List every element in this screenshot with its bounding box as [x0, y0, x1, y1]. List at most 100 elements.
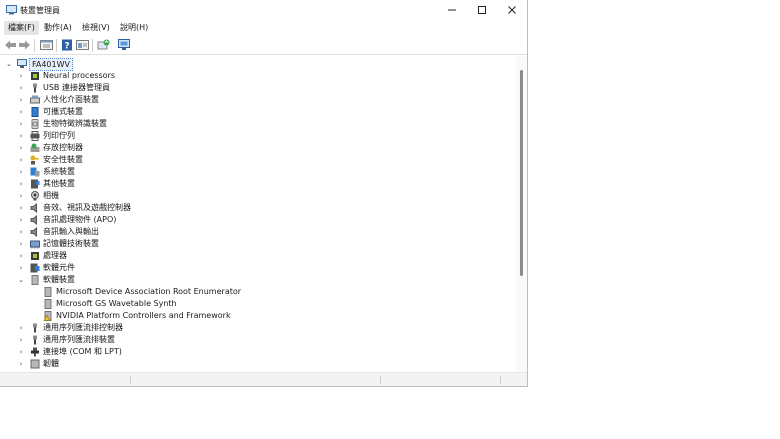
status-bar — [0, 372, 527, 386]
tree-root[interactable]: ⌄ FA401WV — [0, 58, 510, 71]
tree-item-software-devices[interactable]: ⌄ 軟體裝置 — [0, 274, 510, 286]
expand-arrow-icon[interactable]: › — [17, 108, 25, 116]
back-arrow-icon[interactable] — [4, 39, 17, 51]
maximize-icon — [478, 6, 486, 14]
tree-item-label: 音訊輸入與輸出 — [43, 227, 99, 236]
device-icon — [44, 287, 52, 297]
close-icon — [508, 6, 516, 14]
usb-icon — [33, 335, 37, 345]
expand-arrow-icon[interactable]: › — [17, 120, 25, 128]
help-icon[interactable]: ? — [61, 39, 74, 51]
tree-child-ms-device-association[interactable]: Microsoft Device Association Root Enumer… — [0, 286, 510, 298]
processor-icon — [31, 252, 39, 260]
expand-arrow-icon[interactable]: › — [17, 132, 25, 140]
view-icon[interactable] — [76, 39, 89, 51]
security-key-icon — [30, 155, 39, 165]
update-driver-icon[interactable] — [97, 39, 110, 51]
tree-child-ms-gs-wavetable[interactable]: Microsoft GS Wavetable Synth — [0, 298, 510, 310]
menu-file[interactable]: 檔案(F) — [4, 21, 39, 35]
tree-item-audio-io[interactable]: › 音訊輸入與輸出 — [0, 226, 510, 238]
menu-action[interactable]: 動作(A) — [40, 21, 76, 35]
expand-arrow-icon[interactable]: › — [17, 252, 25, 260]
tree-item-memory-technology[interactable]: › 記憶體技術裝置 — [0, 238, 510, 250]
menu-view[interactable]: 檢視(V) — [78, 21, 114, 35]
expand-arrow-icon[interactable]: › — [17, 204, 25, 212]
expand-arrow-icon[interactable]: › — [17, 192, 25, 200]
tree-item-print-queues[interactable]: › 列印佇列 — [0, 130, 510, 142]
tree-item-sound-video-game[interactable]: › 音效、視訊及遊戲控制器 — [0, 202, 510, 214]
device-icon — [44, 299, 52, 309]
tree-item-system-devices[interactable]: › 系統裝置 — [0, 166, 510, 178]
title-bar[interactable]: 裝置管理員 — [0, 0, 527, 20]
collapse-arrow-icon[interactable]: ⌄ — [17, 276, 25, 284]
properties-icon[interactable] — [40, 39, 53, 51]
collapse-arrow-icon[interactable]: ⌄ — [5, 60, 13, 68]
tree-item-processors[interactable]: › 處理器 — [0, 250, 510, 262]
tree-item-label: NVIDIA Platform Controllers and Framewor… — [56, 311, 231, 320]
port-icon — [31, 347, 39, 357]
tree-item-usb-devices[interactable]: › 通用序列匯流排裝置 — [0, 334, 510, 346]
tree-item-hid[interactable]: › 人性化介面裝置 — [0, 94, 510, 106]
tree-item-usb-controllers[interactable]: › 通用序列匯流排控制器 — [0, 322, 510, 334]
tree-item-firmware[interactable]: › 韌體 — [0, 358, 510, 370]
tree-item-ports[interactable]: › 連接埠 (COM 和 LPT) — [0, 346, 510, 358]
expand-arrow-icon[interactable]: › — [17, 336, 25, 344]
tree-item-other-devices[interactable]: › 其他裝置 — [0, 178, 510, 190]
system-device-icon — [30, 167, 40, 177]
expand-arrow-icon[interactable]: › — [17, 360, 25, 368]
software-component-icon — [30, 263, 40, 273]
tree-child-nvidia-platform[interactable]: NVIDIA Platform Controllers and Framewor… — [0, 310, 510, 322]
expand-arrow-icon[interactable]: › — [17, 228, 25, 236]
menu-help[interactable]: 說明(H) — [116, 21, 152, 35]
computer-icon — [17, 59, 27, 68]
vertical-scrollbar-thumb[interactable] — [520, 70, 523, 276]
status-section — [380, 376, 501, 384]
tree-item-usb-connector-managers[interactable]: › USB 連接器管理員 — [0, 82, 510, 94]
expand-arrow-icon[interactable]: › — [17, 264, 25, 272]
tree-item-biometric[interactable]: › 生物特徵辨識裝置 — [0, 118, 510, 130]
maximize-button[interactable] — [467, 0, 497, 20]
expand-arrow-icon[interactable]: › — [17, 168, 25, 176]
tree-item-cameras[interactable]: › 相機 — [0, 190, 510, 202]
expand-arrow-icon[interactable]: › — [17, 144, 25, 152]
toolbar: ? — [0, 36, 527, 55]
speaker-icon — [30, 203, 37, 213]
toolbar-separator — [92, 39, 93, 52]
expand-arrow-icon[interactable]: › — [17, 216, 25, 224]
tree-item-label: 軟體元件 — [43, 263, 75, 272]
expand-arrow-icon[interactable]: › — [17, 324, 25, 332]
device-tree: ⌄ FA401WV › Neural processors › USB 連接器管… — [0, 56, 516, 372]
tree-item-label: 相機 — [43, 191, 59, 200]
expand-arrow-icon[interactable]: › — [17, 72, 25, 80]
tree-item-label: 可攜式裝置 — [43, 107, 83, 116]
tree-item-neural-processors[interactable]: › Neural processors — [0, 70, 510, 82]
usb-icon — [33, 323, 37, 333]
expand-arrow-icon[interactable]: › — [17, 240, 25, 248]
scan-hardware-icon[interactable] — [118, 39, 131, 51]
svg-text:?: ? — [64, 42, 69, 52]
status-section — [0, 376, 131, 384]
forward-arrow-icon[interactable] — [18, 39, 31, 51]
tree-item-apo[interactable]: › 音訊處理物件 (APO) — [0, 214, 510, 226]
tree-item-label: 人性化介面裝置 — [43, 95, 99, 104]
expand-arrow-icon[interactable]: › — [17, 84, 25, 92]
tree-item-label: Microsoft GS Wavetable Synth — [56, 299, 177, 308]
tree-item-label: 系統裝置 — [43, 167, 75, 176]
tree-item-storage-controllers[interactable]: › 存放控制器 — [0, 142, 510, 154]
biometric-icon — [31, 119, 39, 129]
status-section — [130, 376, 381, 384]
storage-controller-icon — [30, 143, 40, 152]
close-button[interactable] — [497, 0, 527, 20]
tree-item-security-devices[interactable]: › 安全性裝置 — [0, 154, 510, 166]
expand-arrow-icon[interactable]: › — [17, 180, 25, 188]
expand-arrow-icon[interactable]: › — [17, 156, 25, 164]
minimize-button[interactable] — [437, 0, 467, 20]
tree-item-portable-devices[interactable]: › 可攜式裝置 — [0, 106, 510, 118]
toolbar-separator — [34, 39, 35, 52]
warning-device-icon — [43, 311, 52, 321]
device-manager-window: 裝置管理員 檔案(F) 動作(A) 檢視(V) 說明(H) ? ⌄ FA401W… — [0, 0, 528, 387]
tree-item-software-components[interactable]: › 軟體元件 — [0, 262, 510, 274]
other-device-icon — [31, 179, 40, 189]
expand-arrow-icon[interactable]: › — [17, 348, 25, 356]
expand-arrow-icon[interactable]: › — [17, 96, 25, 104]
